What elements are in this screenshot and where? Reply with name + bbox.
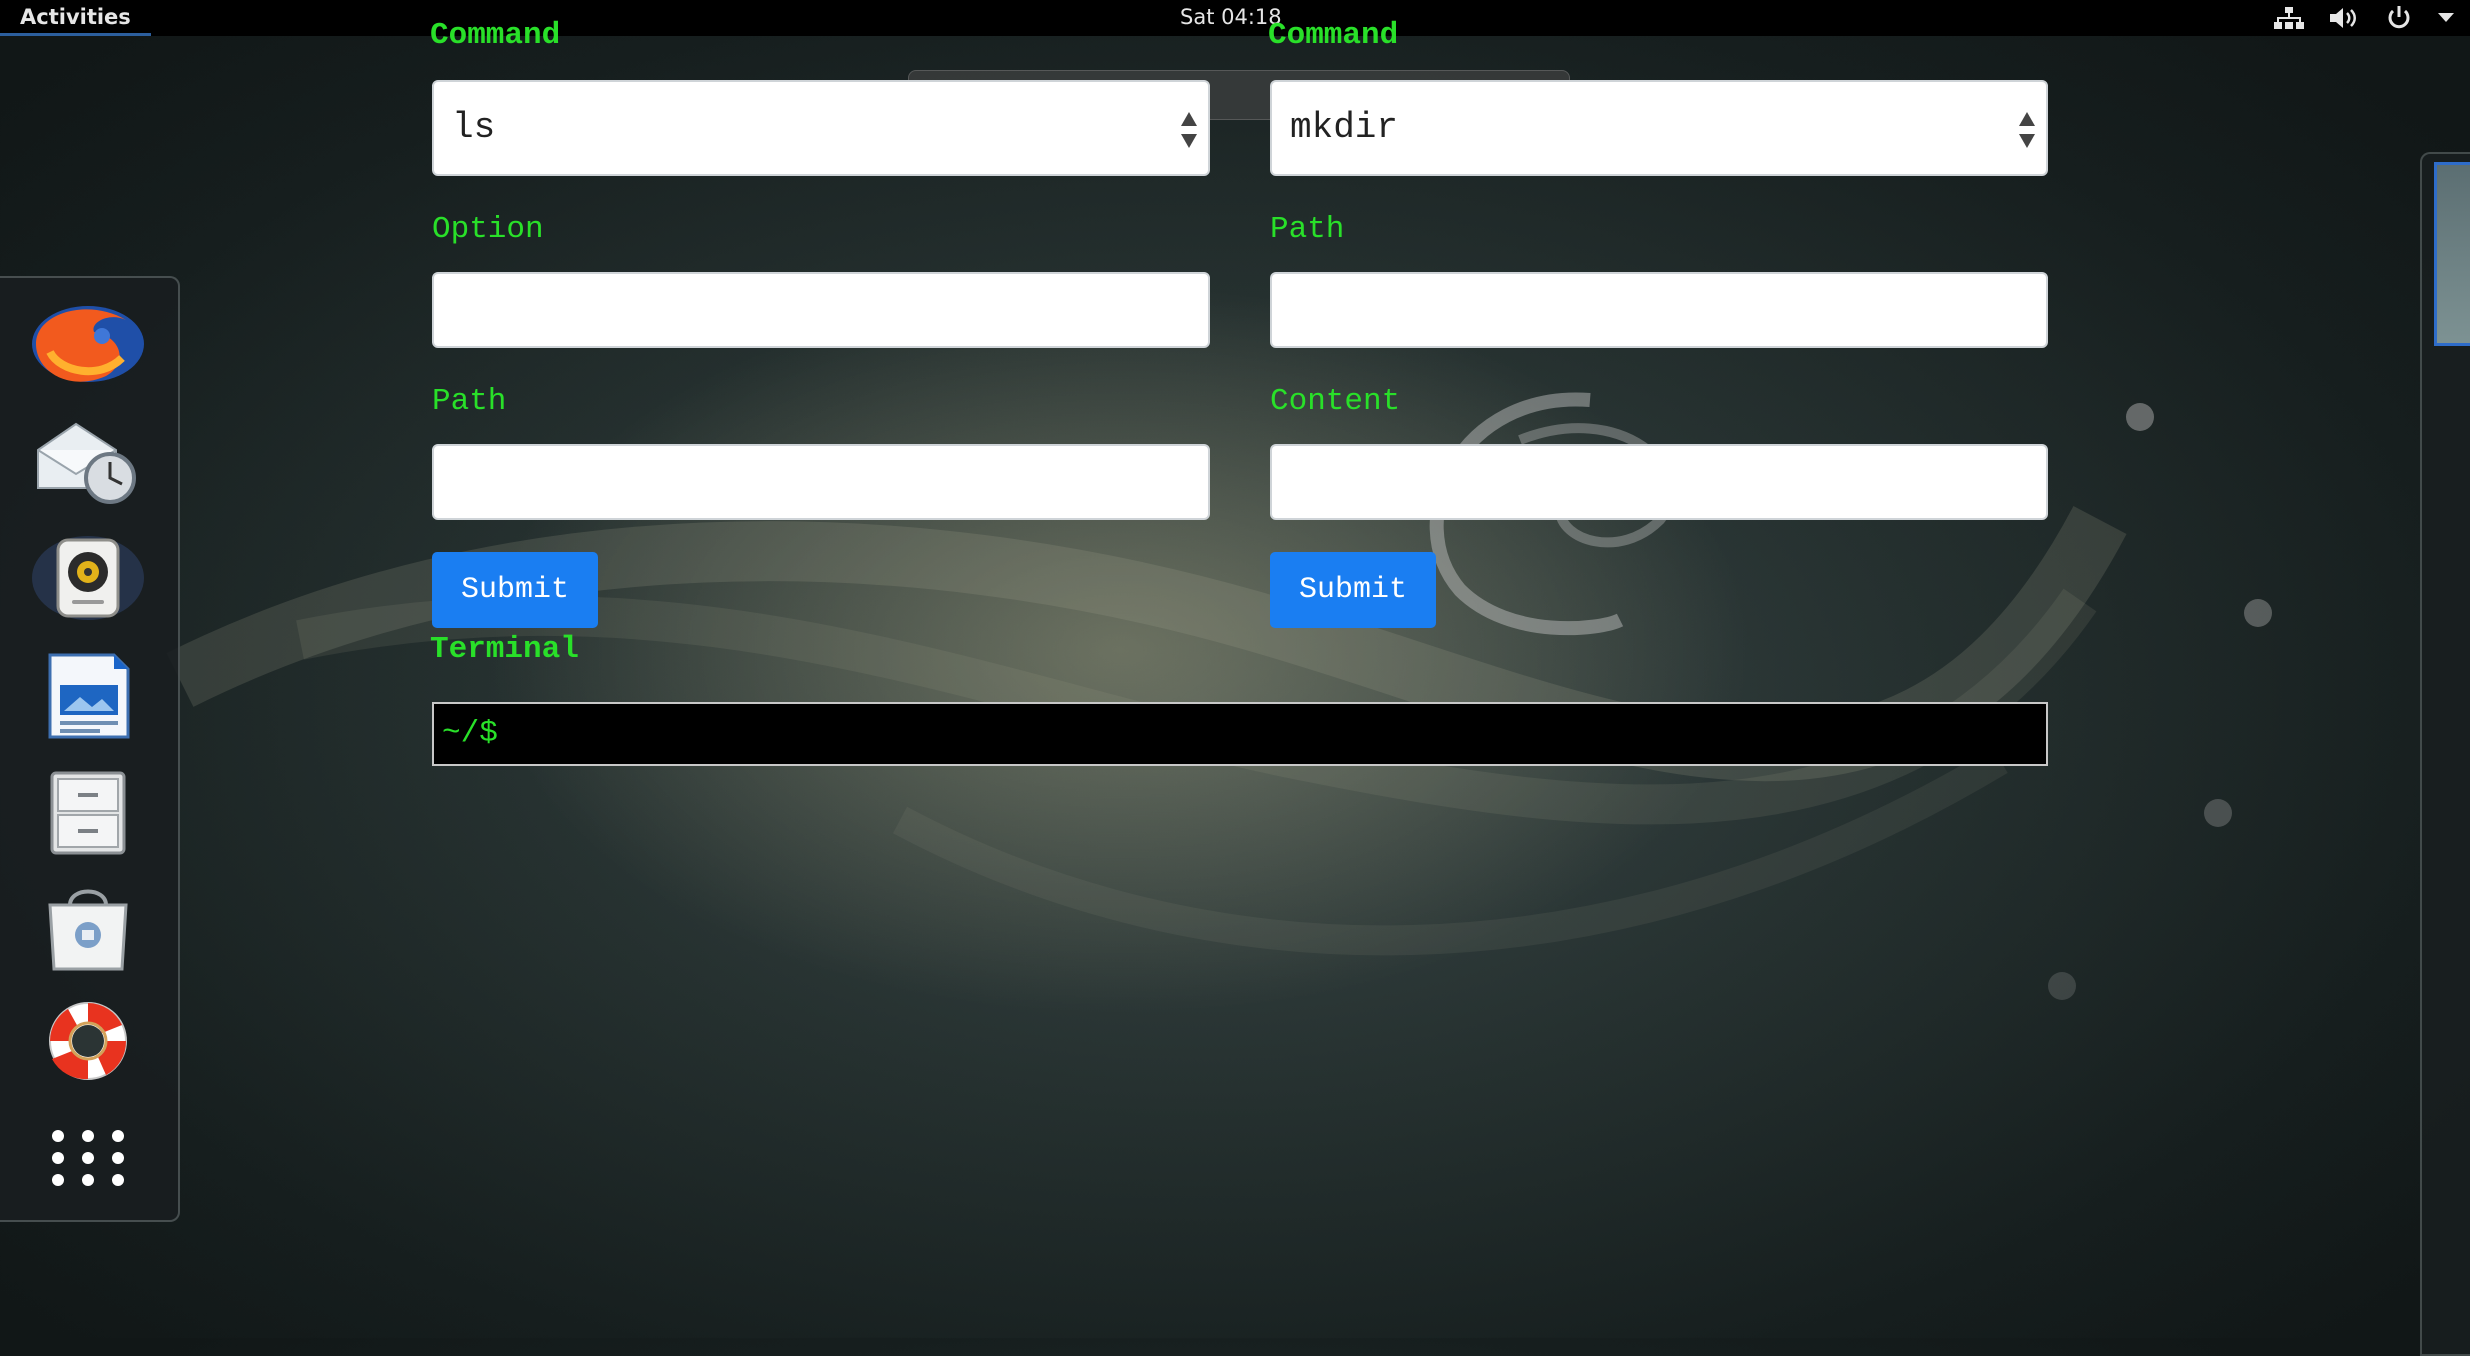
submit-button[interactable]: Submit (432, 552, 598, 628)
speaker-icon[interactable] (26, 528, 150, 628)
top-bar: Activities Sat 04:18 (0, 0, 2470, 36)
path-label: Path (432, 384, 507, 419)
power-icon[interactable] (2386, 5, 2412, 31)
terminal-prompt: ~/$ (442, 716, 498, 751)
command-label: Command (430, 18, 561, 53)
workspace-thumbnail[interactable] (2434, 162, 2470, 346)
path-input[interactable] (432, 444, 1210, 520)
option-label: Option (432, 212, 544, 247)
command-select-right[interactable]: mkdir (1270, 80, 2048, 176)
menu-arrow-icon[interactable] (2438, 13, 2454, 23)
lifebuoy-icon[interactable] (26, 992, 150, 1092)
system-tray[interactable] (2274, 0, 2454, 36)
terminal-output[interactable]: ~/$ (432, 702, 2048, 766)
network-icon[interactable] (2274, 7, 2304, 29)
command-select[interactable]: ls (432, 80, 1210, 176)
desktop-wallpaper (166, 392, 2272, 1000)
terminal-label: Terminal (430, 632, 579, 667)
submit-button-right[interactable]: Submit (1270, 552, 1436, 628)
command-select-value-right: mkdir (1290, 107, 1399, 148)
option-input[interactable] (432, 272, 1210, 348)
dash (0, 276, 180, 1222)
content-label: Content (1270, 384, 1401, 419)
command-select-value: ls (452, 107, 496, 148)
command-label-right: Command (1268, 18, 1399, 53)
presentation-icon[interactable] (26, 646, 150, 746)
activities-button[interactable]: Activities (0, 0, 151, 36)
path-input-right[interactable] (1270, 272, 2048, 348)
firefox-icon[interactable] (26, 294, 150, 394)
shopping-bag-icon[interactable] (26, 878, 150, 978)
mail-clock-icon[interactable] (26, 412, 150, 512)
app-grid-icon[interactable] (26, 1108, 150, 1208)
file-cabinet-icon[interactable] (26, 762, 150, 862)
path-label-right: Path (1270, 212, 1345, 247)
clock[interactable]: Sat 04:18 (1180, 0, 1282, 34)
content-input[interactable] (1270, 444, 2048, 520)
select-arrows-icon (2019, 112, 2035, 148)
volume-icon[interactable] (2330, 7, 2360, 29)
select-arrows-icon (1181, 112, 1197, 148)
